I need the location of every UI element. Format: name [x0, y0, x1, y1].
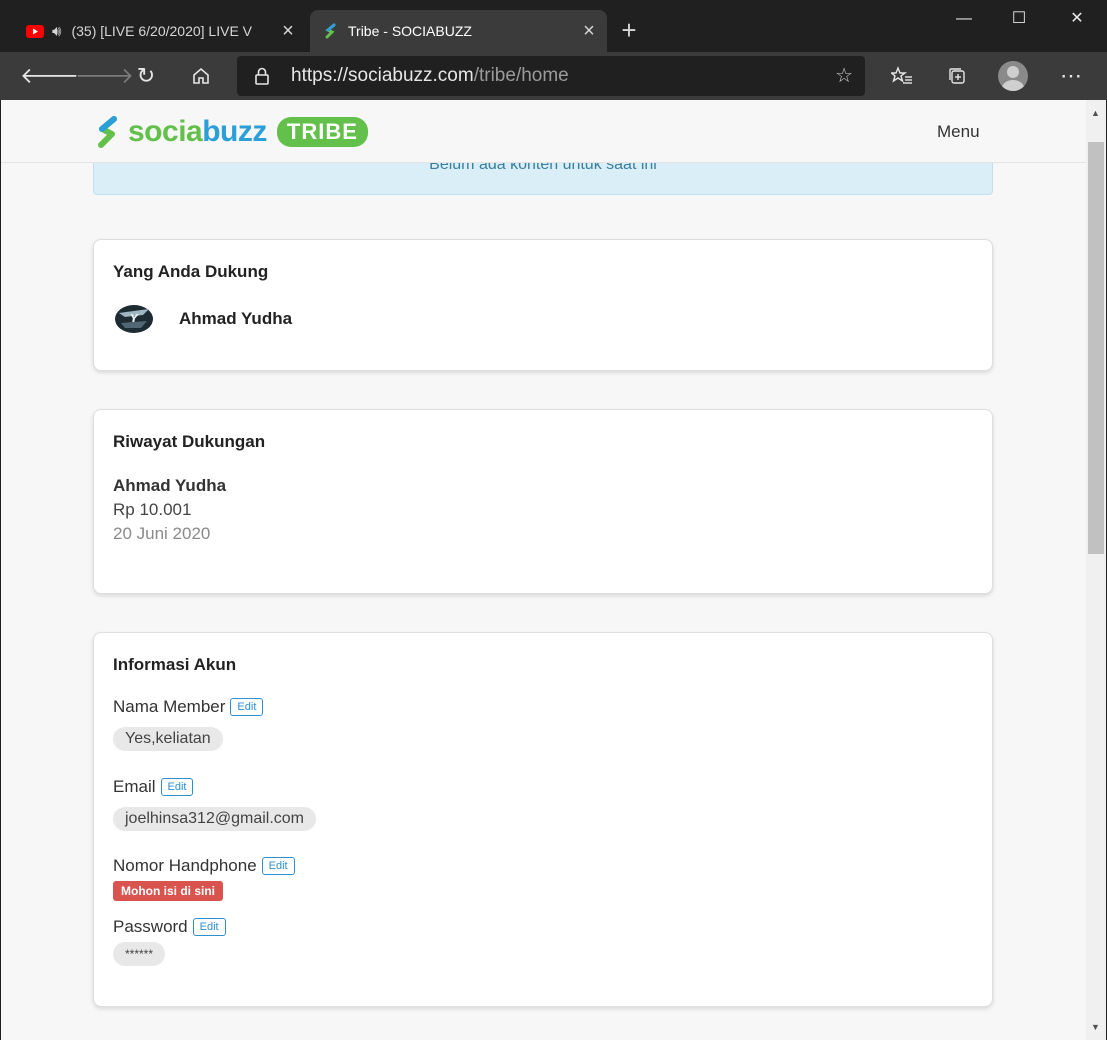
- youtube-icon: [26, 22, 44, 40]
- logo-wordmark: sociabuzz: [128, 115, 267, 149]
- new-tab-button[interactable]: +: [615, 14, 643, 46]
- more-options-icon[interactable]: ⋯: [1055, 60, 1087, 92]
- logo-part-1: socia: [128, 115, 203, 148]
- logo-part-2: buzz: [202, 115, 267, 148]
- url-text: https://sociabuzz.com/tribe/home: [291, 65, 569, 87]
- edit-phone-button[interactable]: Edit: [261, 857, 295, 875]
- history-date: 20 Juni 2020: [113, 524, 211, 543]
- member-name-label: Nama Member Edit: [113, 697, 264, 717]
- history-creator-name: Ahmad Yudha: [113, 476, 227, 495]
- supported-card: Yang Anda Dukung Y Ahmad Yudha: [93, 239, 993, 371]
- sociabuzz-logo-icon: [98, 116, 117, 148]
- speaker-icon[interactable]: 🔊︎: [52, 23, 61, 40]
- history-amount: Rp 10.001: [113, 500, 192, 519]
- refresh-icon[interactable]: ↻: [130, 60, 162, 92]
- edit-email-button[interactable]: Edit: [160, 778, 194, 796]
- address-bar[interactable]: https://sociabuzz.com/tribe/home ☆: [237, 56, 865, 96]
- close-tab-icon[interactable]: ×: [577, 20, 601, 43]
- tab-sociabuzz[interactable]: Tribe - SOCIABUZZ ×: [310, 10, 607, 52]
- tab-title: (35) [LIVE 6/20/2020] LIVE V: [71, 23, 253, 39]
- member-name-value: Yes,keliatan: [113, 727, 223, 751]
- email-value: joelhinsa312@gmail.com: [113, 807, 316, 831]
- scroll-down-arrow-icon[interactable]: ▼: [1091, 1022, 1100, 1032]
- email-label-text: Email: [113, 777, 156, 796]
- member-name-label-text: Nama Member: [113, 697, 226, 716]
- close-window-button[interactable]: ✕: [1054, 4, 1100, 34]
- menu-button[interactable]: Menu: [937, 122, 980, 142]
- page-viewport: Belum ada konten untuk saat ini sociabuz…: [1, 100, 1086, 1040]
- password-label: Password Edit: [113, 917, 226, 937]
- history-entry: Ahmad Yudha Rp 10.001 20 Juni 2020: [113, 474, 226, 546]
- edit-member-name-button[interactable]: Edit: [230, 698, 264, 716]
- url-path: /tribe/home: [473, 65, 569, 86]
- support-history-card: Riwayat Dukungan Ahmad Yudha Rp 10.001 2…: [93, 409, 993, 594]
- card-title: Informasi Akun: [113, 655, 237, 674]
- sociabuzz-logo[interactable]: sociabuzz TRIBE: [92, 112, 368, 152]
- site-header: sociabuzz TRIBE Menu: [1, 100, 1086, 163]
- supported-creator[interactable]: Y Ahmad Yudha: [113, 301, 292, 337]
- password-label-text: Password: [113, 917, 188, 936]
- tab-title: Tribe - SOCIABUZZ: [348, 23, 472, 39]
- edit-password-button[interactable]: Edit: [192, 918, 226, 936]
- scrollbar-thumb[interactable]: [1088, 142, 1104, 554]
- favorites-icon[interactable]: [886, 60, 918, 92]
- phone-label-text: Nomor Handphone: [113, 856, 257, 875]
- url-host: https://sociabuzz.com: [291, 65, 474, 86]
- profile-avatar[interactable]: [998, 61, 1028, 91]
- close-tab-icon[interactable]: ×: [276, 20, 300, 43]
- sociabuzz-icon: [322, 22, 340, 40]
- phone-label: Nomor Handphone Edit: [113, 856, 295, 876]
- page-scrollbar[interactable]: ▲ ▼: [1086, 100, 1106, 1040]
- creator-name[interactable]: Ahmad Yudha: [179, 309, 292, 329]
- collections-icon[interactable]: [941, 60, 973, 92]
- browser-toolbar: 🡐 🡒 ↻ https://sociabuzz.com/tribe/home ☆…: [0, 52, 1107, 100]
- lock-icon[interactable]: [253, 66, 273, 86]
- card-title: Yang Anda Dukung: [113, 262, 269, 281]
- tab-youtube[interactable]: 🔊︎ (35) [LIVE 6/20/2020] LIVE V ×: [14, 10, 306, 52]
- creator-avatar[interactable]: Y: [113, 301, 155, 337]
- favorite-star-icon[interactable]: ☆: [835, 63, 853, 88]
- email-label: Email Edit: [113, 777, 194, 797]
- scroll-up-arrow-icon[interactable]: ▲: [1091, 108, 1100, 118]
- home-icon[interactable]: [185, 60, 217, 92]
- password-value: ******: [113, 942, 166, 966]
- account-info-card: Informasi Akun Nama Member Edit Yes,keli…: [93, 632, 993, 1007]
- maximize-button[interactable]: ☐: [996, 4, 1042, 34]
- minimize-button[interactable]: —: [941, 4, 987, 34]
- phone-empty-warning: Mohon isi di sini: [113, 881, 223, 901]
- tab-bar: 🔊︎ (35) [LIVE 6/20/2020] LIVE V × Tribe …: [0, 0, 1107, 52]
- forward-arrow-icon[interactable]: 🡒: [75, 60, 134, 92]
- svg-text:Y: Y: [130, 312, 139, 325]
- tribe-badge: TRIBE: [276, 117, 368, 147]
- card-title: Riwayat Dukungan: [113, 432, 266, 451]
- back-arrow-icon[interactable]: 🡐: [20, 60, 79, 92]
